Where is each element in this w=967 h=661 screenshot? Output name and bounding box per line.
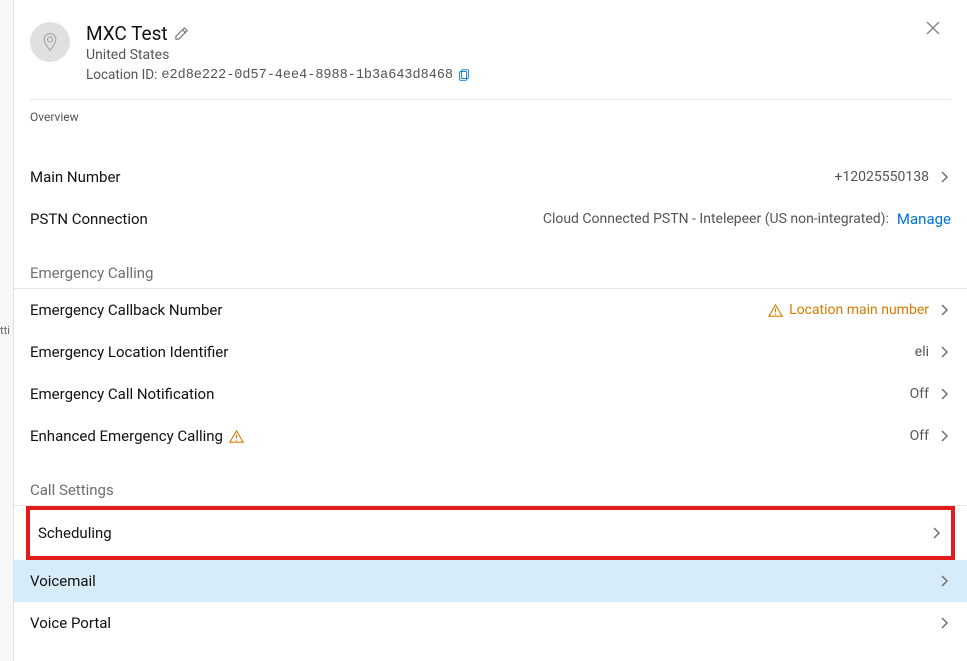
row-main-number-label: Main Number [30,168,121,186]
scheduling-highlight: Scheduling [14,506,967,560]
row-ecn-value-wrap: Location main number [768,302,951,318]
chevron-right-icon [937,387,951,401]
row-scheduling[interactable]: Scheduling [30,510,951,556]
row-enhanced-label: Enhanced Emergency Calling [30,427,223,445]
row-main-number-value-wrap: +12025550138 [835,169,952,185]
section-emergency-calling: Emergency Calling [14,240,967,289]
row-voicemail-label: Voicemail [30,572,96,590]
row-enhanced-label-wrap: Enhanced Emergency Calling [30,427,244,445]
row-pstn-connection: PSTN Connection Cloud Connected PSTN - I… [14,198,967,240]
row-main-number[interactable]: Main Number +12025550138 [14,156,967,198]
row-emergency-callback-number[interactable]: Emergency Callback Number Location main … [14,289,967,331]
warning-icon [229,429,244,444]
row-voice-portal[interactable]: Voice Portal [14,602,967,644]
location-country: United States [86,47,951,63]
row-enhanced-emergency-calling[interactable]: Enhanced Emergency Calling Off [14,415,967,457]
row-ecn-label: Emergency Callback Number [30,301,222,319]
title-block: MXC Test United States Location ID: e2d8… [86,22,951,83]
tabs-bar: Overview [14,100,967,156]
row-notif-value-wrap: Off [910,386,951,402]
location-title: MXC Test [86,22,168,45]
row-pstn-label: PSTN Connection [30,210,148,228]
row-scheduling-value-wrap [929,526,943,540]
copy-icon [457,68,471,82]
warning-icon [768,303,783,318]
location-id-label: Location ID: [86,67,157,83]
tab-overview[interactable]: Overview [30,110,79,124]
row-notif-value: Off [910,386,929,402]
row-pstn-value: Cloud Connected PSTN - Intelepeer (US no… [543,211,889,227]
location-id-value: e2d8e222-0d57-4ee4-8988-1b3a643d8468 [161,68,453,83]
row-emergency-call-notification[interactable]: Emergency Call Notification Off [14,373,967,415]
location-pin-icon [40,32,60,52]
chevron-right-icon [937,429,951,443]
scheduling-highlight-box: Scheduling [26,506,955,560]
row-ecn-value: Location main number [789,302,929,318]
row-enhanced-value-wrap: Off [910,428,951,444]
chevron-right-icon [929,526,943,540]
row-main-number-value: +12025550138 [835,169,930,185]
row-pstn-value-wrap: Cloud Connected PSTN - Intelepeer (US no… [543,210,951,228]
left-sliver-text: tti [0,324,10,337]
copy-location-id-button[interactable] [457,68,471,82]
chevron-right-icon [937,170,951,184]
row-eli-value-wrap: eli [915,344,951,360]
row-voice-portal-label: Voice Portal [30,614,111,632]
row-emergency-location-identifier[interactable]: Emergency Location Identifier eli [14,331,967,373]
header: MXC Test United States Location ID: e2d8… [14,0,967,99]
row-eli-label: Emergency Location Identifier [30,343,228,361]
row-voicemail[interactable]: Voicemail [14,560,967,602]
close-icon [925,20,941,36]
row-voice-portal-value-wrap [937,616,951,630]
edit-title-button[interactable] [174,26,189,41]
location-id-row: Location ID: e2d8e222-0d57-4ee4-8988-1b3… [86,67,951,83]
row-notif-label: Emergency Call Notification [30,385,214,403]
close-button[interactable] [925,20,941,36]
chevron-right-icon [937,345,951,359]
row-ecn-warning: Location main number [768,302,929,318]
left-sliver: tti [0,0,14,661]
chevron-right-icon [937,616,951,630]
section-call-settings: Call Settings [14,457,967,506]
title-row: MXC Test [86,22,951,45]
pstn-manage-link[interactable]: Manage [897,210,951,228]
location-avatar [30,22,70,62]
row-enhanced-value: Off [910,428,929,444]
edit-icon [174,26,189,41]
chevron-right-icon [937,303,951,317]
row-scheduling-label: Scheduling [38,524,112,542]
detail-panel: MXC Test United States Location ID: e2d8… [14,0,967,661]
chevron-right-icon [937,574,951,588]
row-voicemail-value-wrap [937,574,951,588]
row-eli-value: eli [915,344,929,360]
